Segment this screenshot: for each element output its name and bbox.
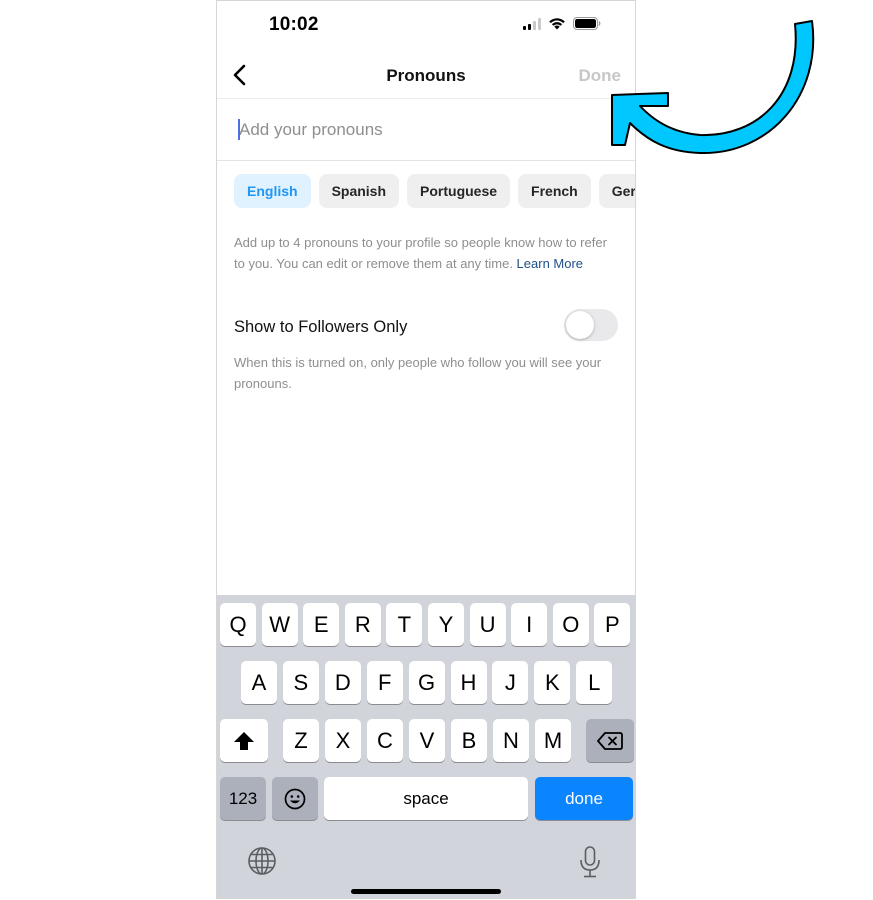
language-chip-german[interactable]: Germa <box>598 174 635 208</box>
page-title: Pronouns <box>386 66 466 85</box>
pronouns-description: Add up to 4 pronouns to your profile so … <box>234 233 614 274</box>
key-h[interactable]: H <box>450 661 487 704</box>
key-n[interactable]: N <box>493 719 529 762</box>
key-u[interactable]: U <box>469 603 506 646</box>
key-g[interactable]: G <box>408 661 445 704</box>
space-key[interactable]: space <box>324 777 528 820</box>
key-b[interactable]: B <box>451 719 487 762</box>
key-l[interactable]: L <box>576 661 613 704</box>
language-chip-portuguese[interactable]: Portuguese <box>407 174 511 208</box>
key-e[interactable]: E <box>303 603 340 646</box>
toggle-knob <box>566 311 594 339</box>
microphone-icon[interactable] <box>579 846 601 878</box>
curved-arrow-icon <box>611 20 815 155</box>
delete-key[interactable] <box>586 719 634 762</box>
key-i[interactable]: I <box>511 603 548 646</box>
key-f[interactable]: F <box>366 661 403 704</box>
keyboard-done-key[interactable]: done <box>535 777 633 820</box>
globe-icon[interactable] <box>247 846 277 876</box>
wifi-icon <box>549 18 565 30</box>
key-k[interactable]: K <box>534 661 571 704</box>
status-time: 10:02 <box>269 14 319 35</box>
pronoun-input-row <box>217 99 635 161</box>
emoji-icon <box>284 788 306 809</box>
key-x[interactable]: X <box>325 719 361 762</box>
emoji-key[interactable] <box>272 777 318 820</box>
numbers-key[interactable]: 123 <box>220 777 266 820</box>
key-r[interactable]: R <box>344 603 381 646</box>
phone-screen: 10:02 Pronouns Done Engli <box>216 0 636 899</box>
key-a[interactable]: A <box>241 661 277 704</box>
language-chips: English Spanish Portuguese French Germa <box>234 174 635 208</box>
key-s[interactable]: S <box>282 661 319 704</box>
followers-only-label: Show to Followers Only <box>234 318 408 336</box>
key-z[interactable]: Z <box>283 719 319 762</box>
key-q[interactable]: Q <box>220 603 256 646</box>
language-chip-french[interactable]: French <box>518 174 591 208</box>
learn-more-link[interactable]: Learn More <box>517 256 583 271</box>
keyboard: QWERTYUIOP ASDFGHJKL ZXCVBNM 123 space d… <box>217 595 635 898</box>
followers-only-description: When this is turned on, only people who … <box>234 355 602 391</box>
followers-only-row: Show to Followers Only <box>234 307 618 347</box>
key-w[interactable]: W <box>261 603 298 646</box>
status-bar: 10:02 <box>217 1 635 49</box>
key-j[interactable]: J <box>492 661 529 704</box>
language-chip-spanish[interactable]: Spanish <box>318 174 400 208</box>
nav-bar: Pronouns Done <box>217 53 635 99</box>
text-caret <box>238 119 240 140</box>
pronoun-input[interactable] <box>237 117 599 143</box>
key-o[interactable]: O <box>552 603 589 646</box>
key-c[interactable]: C <box>367 719 403 762</box>
language-chip-english[interactable]: English <box>234 174 311 208</box>
key-y[interactable]: Y <box>428 603 464 646</box>
key-p[interactable]: P <box>594 603 631 646</box>
delete-icon <box>597 731 623 750</box>
key-v[interactable]: V <box>409 719 445 762</box>
shift-key[interactable] <box>220 719 268 762</box>
home-indicator[interactable] <box>351 889 501 894</box>
battery-icon <box>573 17 601 30</box>
shift-icon <box>234 731 254 750</box>
key-d[interactable]: D <box>324 661 361 704</box>
key-t[interactable]: T <box>386 603 423 646</box>
cellular-signal-icon <box>523 17 541 30</box>
key-m[interactable]: M <box>535 719 571 762</box>
followers-only-toggle[interactable] <box>564 309 618 341</box>
status-icons <box>523 17 601 30</box>
